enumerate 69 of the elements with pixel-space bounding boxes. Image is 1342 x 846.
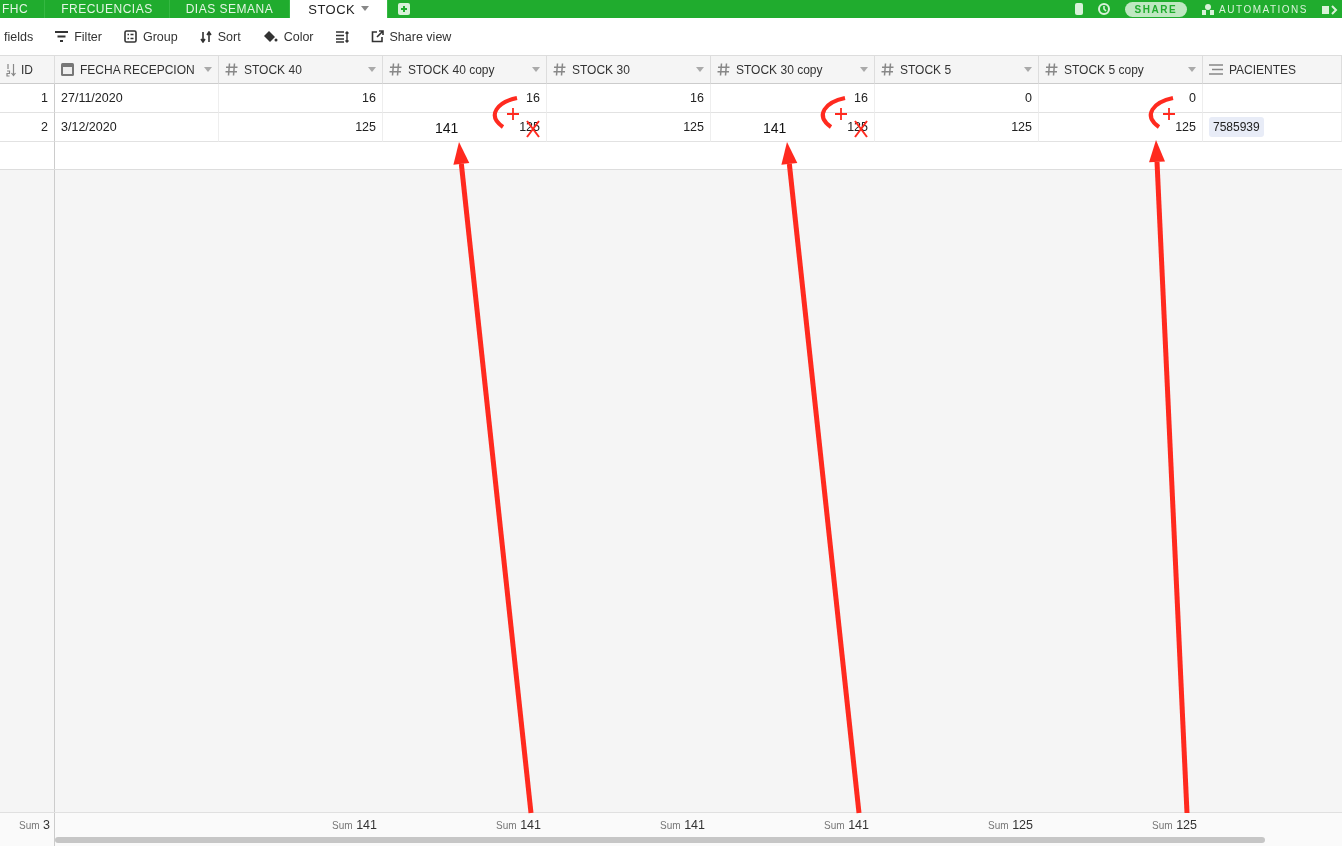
- table-cell: 16: [711, 84, 875, 113]
- summary-value: Sum 3: [19, 818, 50, 832]
- share-icon: [370, 30, 384, 43]
- paint-bucket-icon: [262, 30, 278, 43]
- table-cell: 16: [547, 84, 711, 113]
- linked-record-chip[interactable]: 7585939: [1209, 117, 1264, 137]
- dropdown-icon[interactable]: [204, 67, 212, 72]
- table-cell: 16: [219, 84, 383, 113]
- hash-icon: [225, 63, 238, 76]
- list-icon: [123, 30, 137, 43]
- sort-button[interactable]: Sort: [199, 27, 241, 46]
- caret-icon[interactable]: [361, 6, 370, 12]
- hash-icon: [1045, 63, 1058, 76]
- summary-value: Sum 125: [1152, 818, 1197, 832]
- column-header[interactable]: PACIENTES: [1203, 56, 1342, 84]
- table-cell: 125: [547, 113, 711, 142]
- table-cell: 125: [1039, 113, 1203, 142]
- add-row[interactable]: [0, 142, 1342, 170]
- share-button[interactable]: Share view: [370, 27, 452, 46]
- row-number: 2: [0, 113, 55, 142]
- table-cell: 16: [383, 84, 547, 113]
- annotation-text: 141: [763, 120, 787, 136]
- autonumber-icon: [6, 62, 16, 77]
- color-button[interactable]: Color: [262, 27, 314, 46]
- dropdown-icon[interactable]: [1188, 67, 1196, 72]
- column-header[interactable]: STOCK 30: [547, 56, 711, 84]
- table-cell: 3/12/2020: [55, 113, 219, 142]
- dropdown-icon[interactable]: [368, 67, 376, 72]
- apps-icon[interactable]: [1322, 3, 1338, 15]
- hash-icon: [389, 63, 402, 76]
- summary-value: Sum 141: [496, 818, 541, 832]
- sort-icon: [199, 30, 212, 43]
- table-cell: 125: [875, 113, 1039, 142]
- table-cell: 0: [1039, 84, 1203, 113]
- filter-icon: [55, 31, 69, 42]
- table-cell: 125: [219, 113, 383, 142]
- column-header[interactable]: STOCK 30 copy: [711, 56, 875, 84]
- table-tab[interactable]: STOCK: [290, 0, 389, 18]
- table-cell: 27/11/2020: [55, 84, 219, 113]
- dropdown-icon[interactable]: [1024, 67, 1032, 72]
- column-header[interactable]: STOCK 5 copy: [1039, 56, 1203, 84]
- summary-value: Sum 125: [988, 818, 1033, 832]
- height-button[interactable]: [335, 28, 349, 45]
- row-number: 1: [0, 84, 55, 113]
- calendar-icon: [61, 63, 74, 76]
- column-header[interactable]: ID: [0, 56, 55, 84]
- dropdown-icon[interactable]: [860, 67, 868, 72]
- long-text-icon: [1209, 64, 1223, 75]
- filter-button[interactable]: Filter: [55, 27, 102, 46]
- hash-icon: [717, 63, 730, 76]
- hash-icon: [553, 63, 566, 76]
- summary-value: Sum 141: [824, 818, 869, 832]
- scrollbar-thumb[interactable]: [55, 837, 1265, 843]
- add-table-icon[interactable]: [398, 3, 411, 15]
- column-header[interactable]: STOCK 40: [219, 56, 383, 84]
- summary-value: Sum 141: [332, 818, 377, 832]
- column-header[interactable]: STOCK 5: [875, 56, 1039, 84]
- group-button[interactable]: Group: [123, 27, 178, 46]
- table-cell: 0: [875, 84, 1039, 113]
- column-header[interactable]: FECHA RECEPCION: [55, 56, 219, 84]
- column-header[interactable]: STOCK 40 copy: [383, 56, 547, 84]
- fields-button[interactable]: fields: [4, 27, 34, 46]
- hash-icon: [881, 63, 894, 76]
- annotation-text: 141: [435, 120, 459, 136]
- summary-value: Sum 141: [660, 818, 705, 832]
- dropdown-icon[interactable]: [696, 67, 704, 72]
- row-height-icon: [335, 30, 349, 43]
- dropdown-icon[interactable]: [532, 67, 540, 72]
- history-icon[interactable]: [1096, 2, 1111, 16]
